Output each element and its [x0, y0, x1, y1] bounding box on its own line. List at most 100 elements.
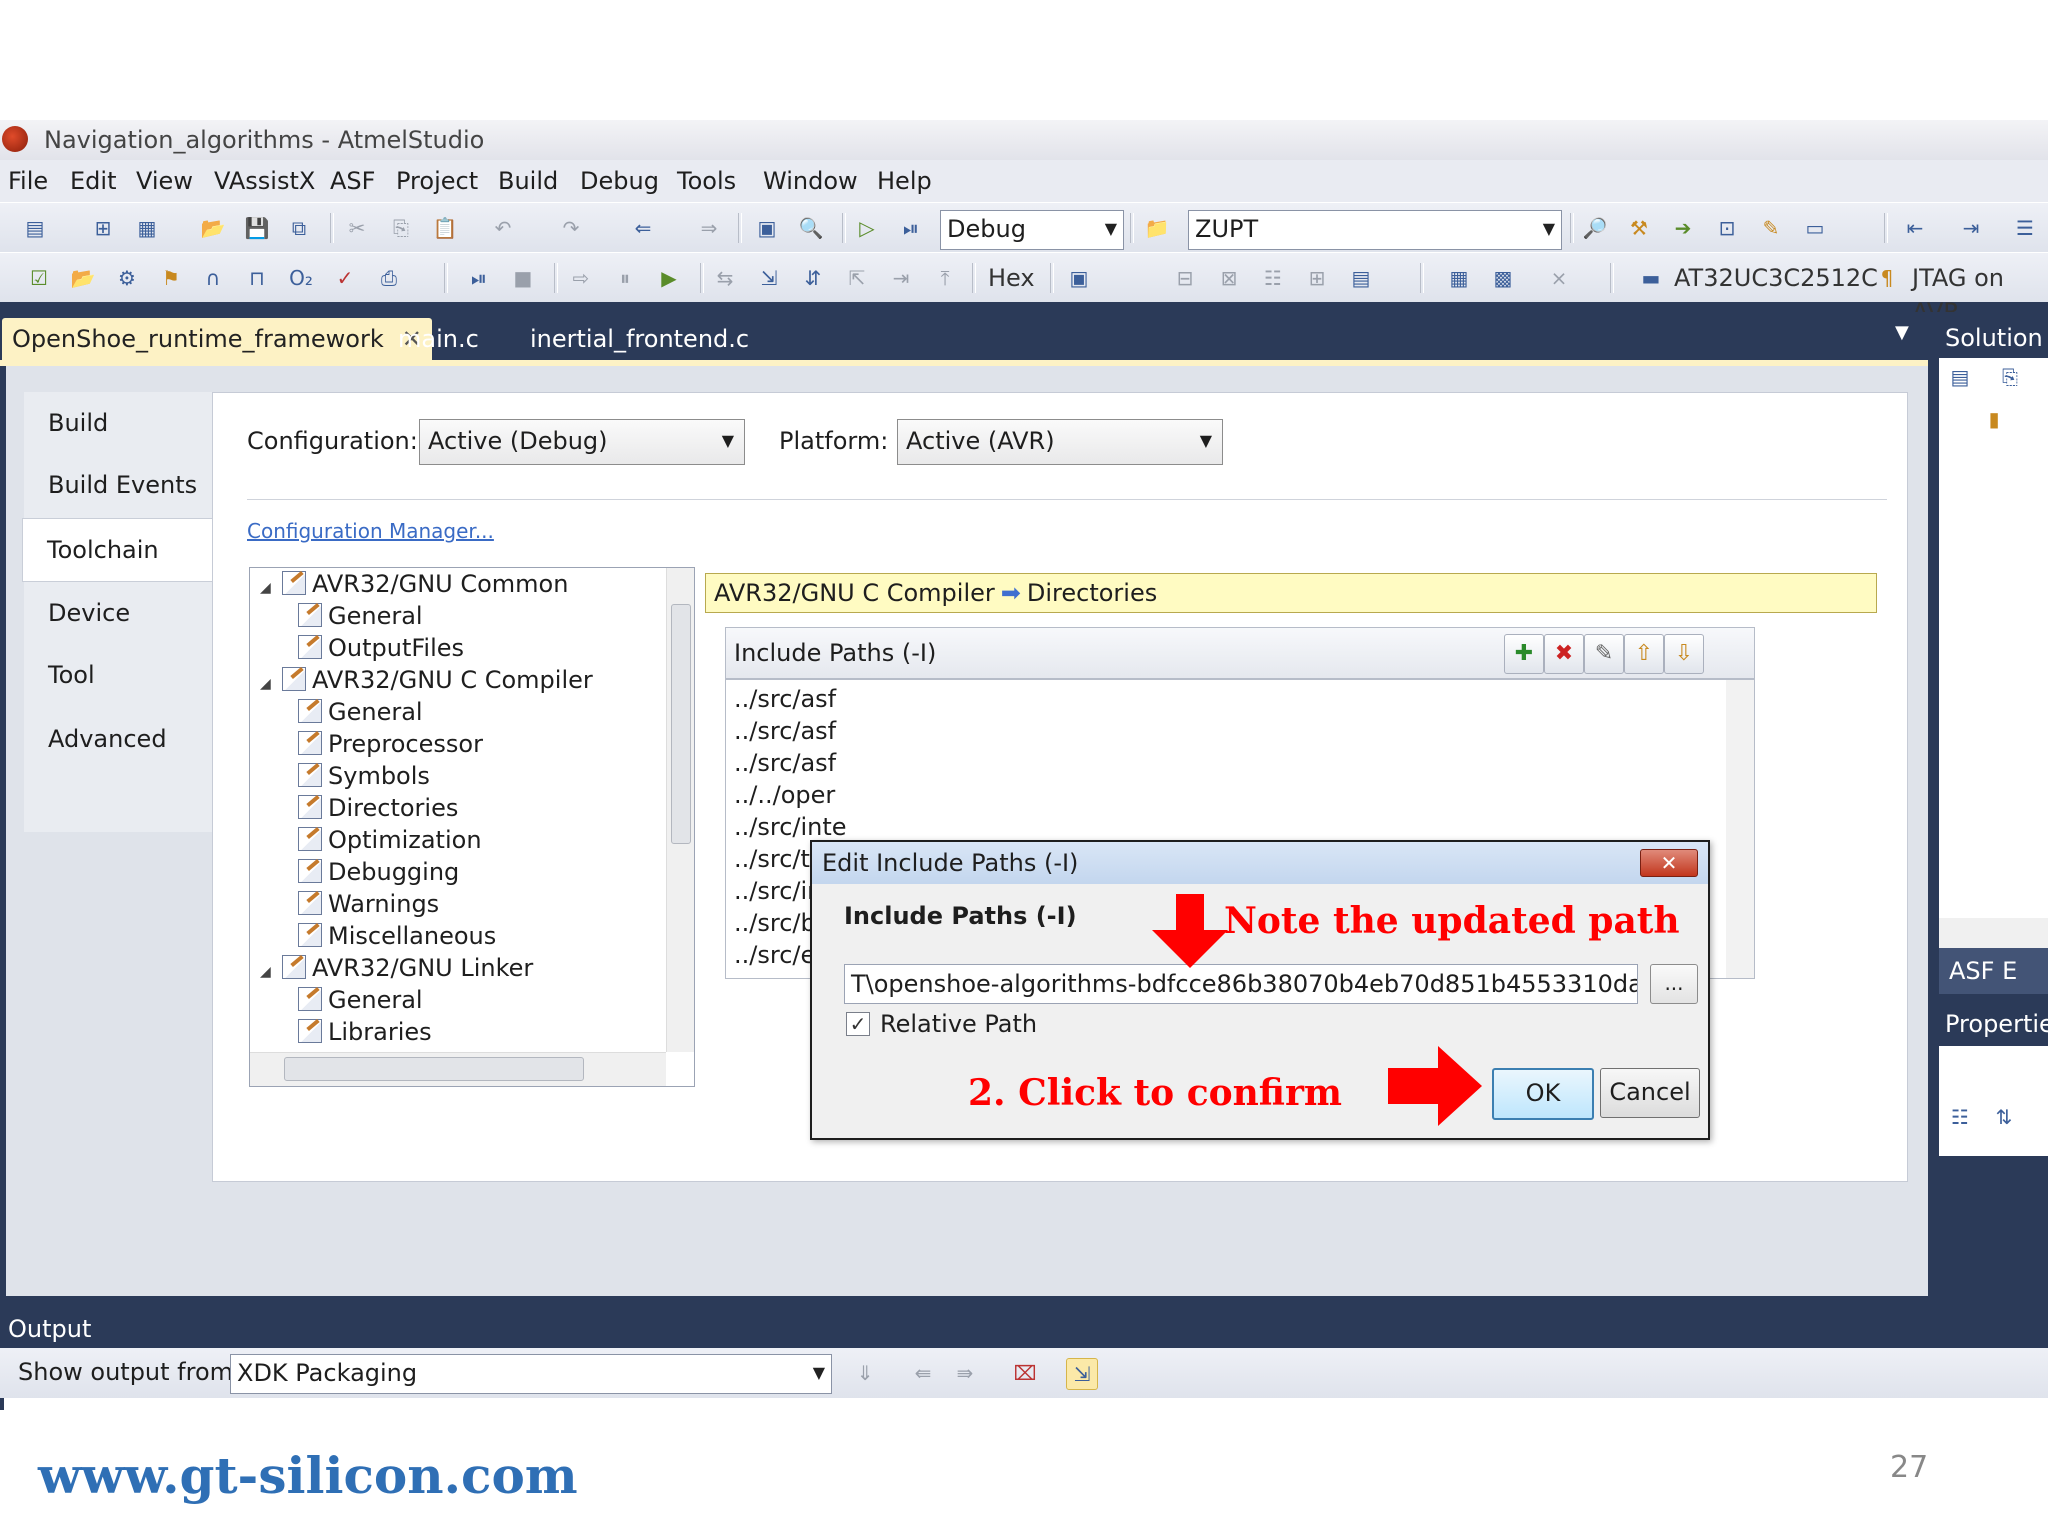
- watch-icon[interactable]: ⊟: [1170, 263, 1200, 293]
- tree-node-optimization[interactable]: Optimization: [298, 824, 482, 856]
- pause-icon[interactable]: ⏸: [610, 263, 640, 293]
- programming-icon[interactable]: ⚒: [1624, 213, 1654, 243]
- list-item[interactable]: ../src/asf: [734, 716, 836, 746]
- step-over-icon[interactable]: ⇵: [798, 263, 828, 293]
- tree-node-warnings[interactable]: Warnings: [298, 888, 439, 920]
- tools-icon[interactable]: ⚙: [112, 263, 142, 293]
- tree-node-gnu-common[interactable]: ◢ AVR32/GNU Common: [260, 568, 568, 604]
- move-down-icon[interactable]: ⇩: [1664, 634, 1704, 674]
- menu-file[interactable]: File: [8, 160, 48, 202]
- clear-all-icon[interactable]: ⌧: [1010, 1358, 1040, 1388]
- tab-dropdown-icon[interactable]: ▼: [1895, 322, 1909, 343]
- ok-button[interactable]: OK: [1492, 1068, 1594, 1120]
- tab-openshoe-runtime-framework[interactable]: OpenShoe_runtime_framework ✕: [2, 318, 432, 360]
- tree-horizontal-scrollbar[interactable]: [250, 1052, 666, 1086]
- registers-icon[interactable]: ☷: [1258, 263, 1288, 293]
- menu-build[interactable]: Build: [498, 160, 558, 202]
- categorized-icon[interactable]: ☷: [1945, 1102, 1975, 1132]
- find-icon[interactable]: 🔍: [796, 213, 826, 243]
- disassembly-icon[interactable]: ⇆: [710, 263, 740, 293]
- save-all-icon[interactable]: ⧉: [284, 213, 314, 243]
- properties-icon[interactable]: ▤: [1945, 362, 1975, 392]
- redo-icon[interactable]: ↷: [556, 213, 586, 243]
- tab-main-c[interactable]: main.c: [388, 318, 489, 360]
- lock-icon[interactable]: ⊓: [242, 263, 272, 293]
- configuration-select[interactable]: Active (Debug) ▼: [419, 419, 745, 465]
- undo-icon[interactable]: ↶: [488, 213, 518, 243]
- nav-build-events[interactable]: Build Events: [24, 454, 238, 516]
- find-message-icon[interactable]: ⇓: [850, 1358, 880, 1388]
- list-item[interactable]: ../src/asf: [734, 748, 836, 778]
- memory-icon[interactable]: ⊠: [1214, 263, 1244, 293]
- add-item-icon[interactable]: ✚: [1504, 634, 1544, 674]
- list-item[interactable]: ../src/inte: [734, 812, 847, 842]
- spellcheck-icon[interactable]: ✓: [330, 263, 360, 293]
- stop-icon[interactable]: ■: [508, 263, 538, 293]
- copy-icon[interactable]: ⎘: [386, 213, 416, 243]
- tree-vertical-scrollbar[interactable]: [666, 568, 694, 1052]
- comment-icon[interactable]: ☰: [2010, 213, 2040, 243]
- wand-icon[interactable]: ✎: [1756, 213, 1786, 243]
- scroll-thumb[interactable]: [671, 604, 691, 844]
- word-wrap-icon[interactable]: ⇲: [1066, 1358, 1098, 1390]
- output-text-area[interactable]: [4, 1398, 2048, 1410]
- collapse-icon[interactable]: ◢: [260, 572, 282, 604]
- menu-debug[interactable]: Debug: [580, 160, 659, 202]
- navigate-forward-icon[interactable]: ⇒: [694, 213, 724, 243]
- new-file-icon[interactable]: ▦: [132, 213, 162, 243]
- tree-node-outputfiles[interactable]: OutputFiles: [298, 632, 464, 664]
- asf-explorer-tab[interactable]: ASF E: [1939, 948, 2048, 994]
- list-scrollbar[interactable]: [1726, 680, 1754, 978]
- menu-project[interactable]: Project: [396, 160, 478, 202]
- magnet-icon[interactable]: ∩: [198, 263, 228, 293]
- menu-tools[interactable]: Tools: [677, 160, 736, 202]
- step-icon[interactable]: ⇨: [566, 263, 596, 293]
- tree-node-gnu-linker[interactable]: ◢ AVR32/GNU Linker: [260, 952, 533, 988]
- configuration-manager-link[interactable]: Configuration Manager...: [247, 513, 494, 549]
- tree-node-symbols[interactable]: Symbols: [298, 760, 430, 792]
- cancel-button[interactable]: Cancel: [1600, 1068, 1700, 1118]
- navigate-back-icon[interactable]: ⇐: [628, 213, 658, 243]
- new-project-icon[interactable]: ▤: [20, 213, 50, 243]
- start-without-debugging-icon[interactable]: ▷: [852, 213, 882, 243]
- grid-icon[interactable]: ▩: [1488, 263, 1518, 293]
- menu-edit[interactable]: Edit: [70, 160, 116, 202]
- project-icon[interactable]: 📁: [1142, 213, 1172, 243]
- sim-icon[interactable]: ⊡: [1712, 213, 1742, 243]
- open-icon[interactable]: 📂: [68, 263, 98, 293]
- outdent-icon[interactable]: ⇤: [1900, 213, 1930, 243]
- processor-icon[interactable]: ▤: [1346, 263, 1376, 293]
- close-icon[interactable]: ✕: [1640, 849, 1698, 877]
- tree-node-gnu-c-compiler[interactable]: ◢ AVR32/GNU C Compiler: [260, 664, 593, 700]
- menu-help[interactable]: Help: [877, 160, 932, 202]
- nav-toolchain[interactable]: Toolchain: [22, 518, 243, 582]
- save-icon[interactable]: 💾: [242, 213, 272, 243]
- operator-icon[interactable]: O₂: [286, 263, 316, 293]
- menu-window[interactable]: Window: [763, 160, 858, 202]
- hex-toggle[interactable]: Hex: [988, 261, 1035, 295]
- tree-node-linker-general[interactable]: General: [298, 984, 423, 1016]
- erase-icon[interactable]: ⨯: [1544, 263, 1574, 293]
- device-programming-icon[interactable]: ➔: [1668, 213, 1698, 243]
- run-to-cursor-icon[interactable]: ⇥: [886, 263, 916, 293]
- delete-item-icon[interactable]: ✖: [1544, 634, 1584, 674]
- search-files-icon[interactable]: 🔎: [1580, 213, 1610, 243]
- io-view-icon[interactable]: ⊞: [1302, 263, 1332, 293]
- continue-icon[interactable]: ⏯: [464, 263, 494, 293]
- reference-icon[interactable]: ⎙: [374, 263, 404, 293]
- run-icon[interactable]: ▶: [654, 263, 684, 293]
- collapse-icon[interactable]: ◢: [260, 956, 282, 988]
- indent-icon[interactable]: ⇥: [1956, 213, 1986, 243]
- components-icon[interactable]: ⚑: [156, 263, 186, 293]
- platform-select[interactable]: Active (AVR) ▼: [897, 419, 1223, 465]
- reset-icon[interactable]: ⤒: [930, 263, 960, 293]
- open-folder-icon[interactable]: 📂: [198, 213, 228, 243]
- config-dropdown[interactable]: Debug ▼: [940, 210, 1124, 250]
- edit-item-icon[interactable]: ✎: [1584, 634, 1624, 674]
- move-up-icon[interactable]: ⇧: [1624, 634, 1664, 674]
- tree-node-libraries[interactable]: Libraries: [298, 1016, 432, 1048]
- paste-icon[interactable]: 📋: [430, 213, 460, 243]
- nav-build[interactable]: Build: [24, 392, 238, 454]
- window-layout-icon[interactable]: ▭: [1800, 213, 1830, 243]
- next-message-icon[interactable]: ⇛: [950, 1358, 980, 1388]
